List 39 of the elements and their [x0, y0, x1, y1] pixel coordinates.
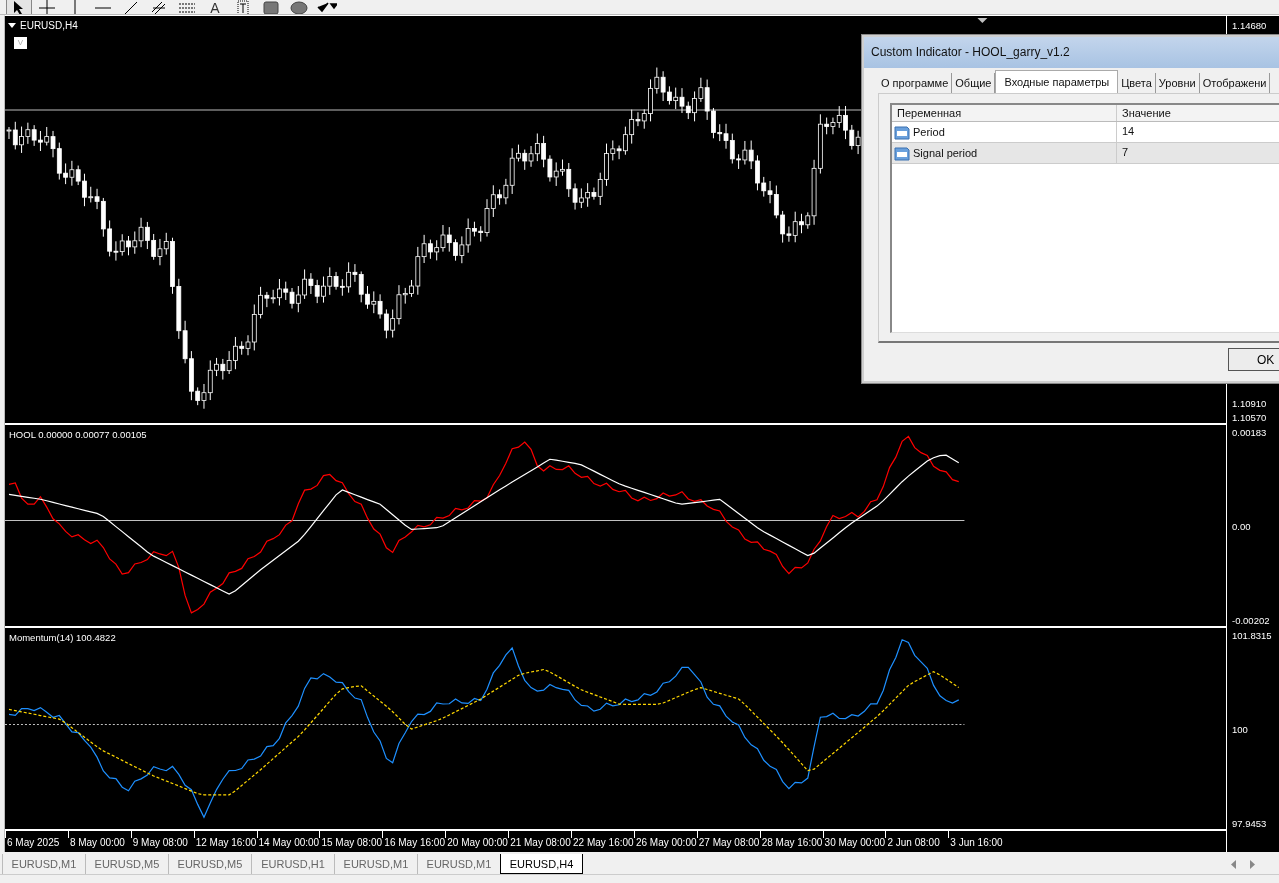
tool-button[interactable] — [314, 0, 340, 14]
indicator-title: Momentum(14) 100.4822 — [9, 632, 116, 643]
indicator-axis-label: 100 — [1231, 723, 1249, 737]
chart-tab[interactable]: EURUSD,M1 — [334, 854, 417, 874]
chart-tab[interactable]: EURUSD,H4 — [500, 854, 583, 874]
chart-tab[interactable]: EURUSD,M5 — [85, 854, 168, 874]
indicator-axis-label: 101.8315 — [1231, 629, 1273, 643]
parameter-name: Period — [913, 124, 945, 140]
parameter-row[interactable]: Signal period 7 — [892, 143, 1279, 164]
price-axis-label: 1.10910 — [1231, 397, 1268, 411]
ok-button[interactable]: OK — [1228, 348, 1279, 371]
price-axis-label: 1.10570 — [1231, 411, 1268, 425]
parameter-value[interactable]: 7 — [1117, 143, 1279, 163]
collapse-triangle-icon[interactable] — [8, 22, 16, 29]
chart-tab[interactable]: EURUSD,H1 — [251, 854, 334, 874]
column-header[interactable]: Значение — [1117, 105, 1279, 121]
price-axis-label: 1.14680 — [1231, 19, 1268, 33]
indicator-axis-label: -0.00202 — [1231, 614, 1271, 628]
scroll-left-icon[interactable] — [1231, 859, 1237, 869]
indicator-axis-label: 0.00 — [1231, 520, 1252, 534]
text-tool-glyph: A — [210, 0, 220, 14]
scroll-right-icon[interactable] — [1249, 859, 1255, 869]
arrows-icon — [317, 1, 337, 14]
tool-button[interactable]: A — [202, 0, 228, 14]
horizontal-line-icon — [95, 6, 111, 10]
indicator-axis-label: 97.9453 — [1231, 817, 1268, 831]
indicator-axis-label: 0.00183 — [1231, 426, 1268, 440]
indicator-title: HOOL 0.00000 0.00077 0.00105 — [9, 429, 147, 440]
parameter-name: Signal period — [913, 145, 978, 161]
chart-tab[interactable]: EURUSD,M1 — [2, 854, 85, 874]
chart-tab[interactable]: EURUSD,M5 — [168, 854, 251, 874]
column-header[interactable]: Переменная — [892, 105, 1117, 121]
shift-marker-icon[interactable] — [977, 18, 988, 23]
fibonacci-icon — [179, 1, 195, 14]
chart-symbol: EURUSD,H4 — [20, 20, 78, 31]
tool-button[interactable] — [6, 0, 32, 14]
dialog-tab[interactable]: Входные параметры — [995, 70, 1119, 93]
dialog-title: Custom Indicator - HOOL_garry_v1.2 — [864, 37, 1279, 68]
parameter-value[interactable]: 14 — [1117, 122, 1279, 142]
